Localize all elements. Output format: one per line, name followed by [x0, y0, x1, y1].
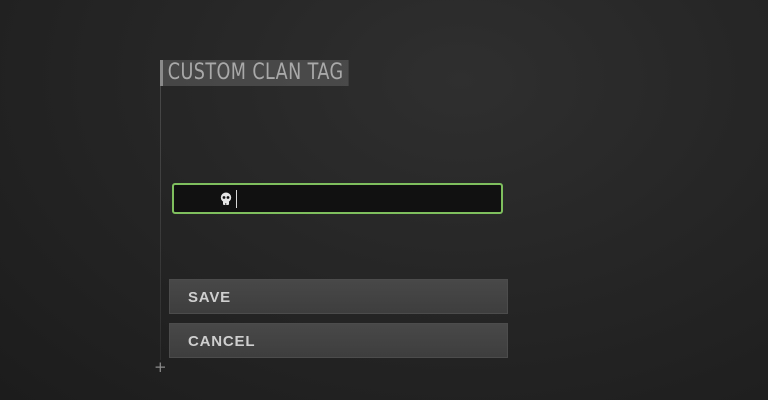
skull-icon — [220, 192, 232, 205]
save-button[interactable]: SAVE — [169, 279, 508, 314]
corner-plus-icon: + — [154, 358, 167, 376]
clan-tag-input[interactable] — [172, 183, 503, 214]
cancel-button[interactable]: CANCEL — [169, 323, 508, 358]
page-title: CUSTOM CLAN TAG — [163, 60, 349, 86]
text-caret — [236, 190, 237, 208]
dialog-left-rule — [160, 60, 161, 360]
dialog-header: CUSTOM CLAN TAG — [160, 60, 395, 86]
